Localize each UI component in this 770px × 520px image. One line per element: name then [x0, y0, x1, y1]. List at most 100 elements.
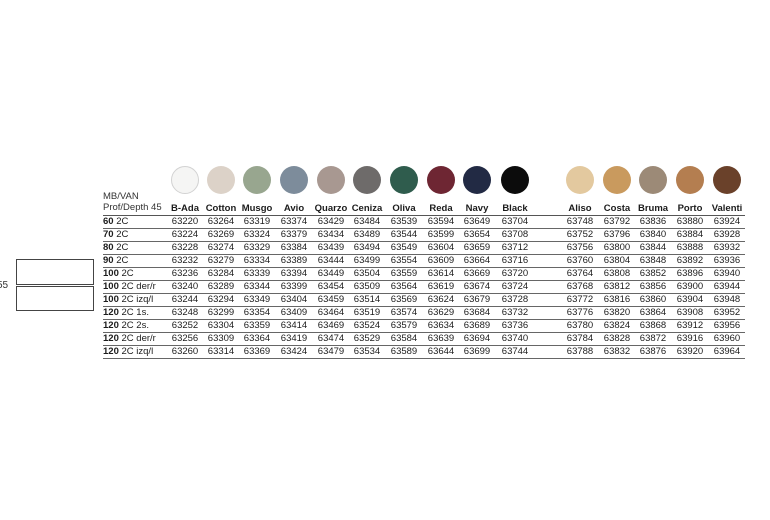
- code-cell: 63792: [603, 216, 631, 227]
- code-cell: 63748: [566, 216, 594, 227]
- code-cell: 63339: [243, 268, 271, 279]
- column-header: Oliva: [392, 203, 416, 214]
- row-width: 120: [103, 333, 119, 344]
- row-label: 100 2C izq/l: [103, 294, 153, 306]
- code-cell: 63619: [427, 281, 455, 292]
- code-cell: 63796: [603, 229, 631, 240]
- code-cell: 63314: [207, 346, 235, 357]
- color-swatch-b-ada: [171, 166, 199, 194]
- code-cell: 63772: [566, 294, 594, 305]
- code-cell: 63654: [463, 229, 491, 240]
- code-cell: 63414: [280, 320, 308, 331]
- code-cell: 63504: [353, 268, 381, 279]
- row-width: 70: [103, 229, 114, 240]
- code-cell: 63756: [566, 242, 594, 253]
- code-cell: 63832: [603, 346, 631, 357]
- code-cell: 63880: [676, 216, 704, 227]
- row-width: 120: [103, 320, 119, 331]
- code-cell: 63459: [317, 294, 345, 305]
- code-cell: 63329: [243, 242, 271, 253]
- column-header: Avio: [283, 203, 305, 214]
- column-header: Cotton: [205, 203, 237, 214]
- code-cell: 63699: [463, 346, 491, 357]
- code-cell: 63489: [353, 229, 381, 240]
- code-cell: 63274: [207, 242, 235, 253]
- column-header: Musgo: [241, 203, 273, 214]
- code-cell: 63544: [390, 229, 418, 240]
- table-row: 70 2C 63224 63269 63324 63379 63434 63489 63544…: [103, 229, 745, 242]
- drawer-diagram-top: [16, 259, 94, 285]
- code-cell: 63888: [676, 242, 704, 253]
- code-cell: 63479: [317, 346, 345, 357]
- code-cell: 63724: [501, 281, 529, 292]
- code-cell: 63960: [713, 333, 741, 344]
- table-row: 100 2C izq/l 63244 63294 63349 63404 63459 635…: [103, 294, 745, 307]
- row-variant: 2C: [113, 255, 129, 266]
- row-label: 120 2C 1s.: [103, 307, 149, 319]
- row-width: 80: [103, 242, 114, 253]
- code-cell: 63780: [566, 320, 594, 331]
- code-cell: 63519: [353, 307, 381, 318]
- code-cell: 63579: [390, 320, 418, 331]
- row-label: 120 2C 2s.: [103, 320, 149, 332]
- code-cell: 63828: [603, 333, 631, 344]
- code-cell: 63319: [243, 216, 271, 227]
- code-cell: 63469: [317, 320, 345, 331]
- column-header: Aliso: [568, 203, 592, 214]
- code-cell: 63776: [566, 307, 594, 318]
- row-variant: 2C: [113, 242, 129, 253]
- code-cell: 63856: [639, 281, 667, 292]
- code-cell: 63394: [280, 268, 308, 279]
- code-cell: 63464: [317, 307, 345, 318]
- code-cell: 63244: [171, 294, 199, 305]
- color-swatch-musgo: [243, 166, 271, 194]
- color-swatch-bruma: [639, 166, 667, 194]
- code-cell: 63694: [463, 333, 491, 344]
- code-cell: 63868: [639, 320, 667, 331]
- code-cell: 63820: [603, 307, 631, 318]
- row-label: 60 2C: [103, 216, 128, 228]
- code-cell: 63429: [317, 216, 345, 227]
- color-swatch-aliso: [566, 166, 594, 194]
- code-cell: 63904: [676, 294, 704, 305]
- code-cell: 63816: [603, 294, 631, 305]
- code-cell: 63964: [713, 346, 741, 357]
- row-label: 100 2C der/r: [103, 281, 156, 293]
- code-cell: 63294: [207, 294, 235, 305]
- code-cell: 63289: [207, 281, 235, 292]
- code-cell: 63952: [713, 307, 741, 318]
- code-cell: 63916: [676, 333, 704, 344]
- code-cell: 63404: [280, 294, 308, 305]
- code-cell: 63940: [713, 268, 741, 279]
- code-cell: 63299: [207, 307, 235, 318]
- code-cell: 63256: [171, 333, 199, 344]
- code-cell: 63599: [427, 229, 455, 240]
- table-row: 80 2C 63228 63274 63329 63384 63439 63494 63549…: [103, 242, 745, 255]
- code-cell: 63674: [463, 281, 491, 292]
- code-cell: 63679: [463, 294, 491, 305]
- code-cell: 63708: [501, 229, 529, 240]
- code-cell: 63554: [390, 255, 418, 266]
- code-cell: 63534: [353, 346, 381, 357]
- code-cell: 63232: [171, 255, 199, 266]
- code-cell: 63529: [353, 333, 381, 344]
- code-cell: 63364: [243, 333, 271, 344]
- code-cell: 63824: [603, 320, 631, 331]
- row-variant: 2C 2s.: [118, 320, 149, 331]
- code-cell: 63844: [639, 242, 667, 253]
- row-variant: 2C 1s.: [118, 307, 149, 318]
- code-cell: 63309: [207, 333, 235, 344]
- code-cell: 63549: [390, 242, 418, 253]
- code-cell: 63604: [427, 242, 455, 253]
- code-cell: 63374: [280, 216, 308, 227]
- code-cell: 63764: [566, 268, 594, 279]
- code-cell: 63399: [280, 281, 308, 292]
- code-cell: 63629: [427, 307, 455, 318]
- row-label: 120 2C izq/l: [103, 346, 153, 358]
- row-width: 120: [103, 346, 119, 357]
- code-cell: 63634: [427, 320, 455, 331]
- row-variant: 2C izq/l: [118, 346, 154, 357]
- color-swatch-black: [501, 166, 529, 194]
- code-cell: 63454: [317, 281, 345, 292]
- row-label: 100 2C: [103, 268, 134, 280]
